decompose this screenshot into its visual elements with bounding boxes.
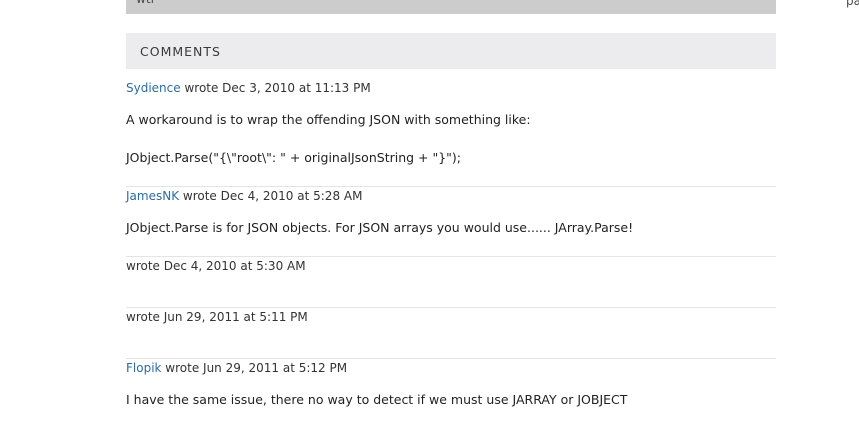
- comment-text: JObject.Parse is for JSON objects. For J…: [126, 220, 634, 235]
- comment-meta: Sydience wrote Dec 3, 2010 at 11:13 PM: [126, 81, 371, 95]
- comment-meta: wrote Jun 29, 2011 at 5:11 PM: [126, 310, 308, 324]
- comment-date: wrote Jun 29, 2011 at 5:11 PM: [126, 310, 308, 324]
- comment-code-text: JObject.Parse("{\"root\": " + originalJs…: [126, 150, 462, 165]
- comment-divider: [126, 358, 776, 359]
- comment-divider: [126, 307, 776, 308]
- comments-heading: COMMENTS: [140, 44, 221, 59]
- clipped-side-text: pa: [846, 0, 859, 8]
- previous-comment-box: wtf: [126, 0, 776, 14]
- comment-text: I have the same issue, there no way to d…: [126, 392, 628, 407]
- comment-divider: [126, 256, 776, 257]
- comment-date: wrote Dec 4, 2010 at 5:28 AM: [179, 189, 363, 203]
- comment-divider: [126, 186, 776, 187]
- comment-author-link[interactable]: Flopik: [126, 361, 161, 375]
- previous-comment-text: wtf: [136, 0, 155, 6]
- comment-meta: JamesNK wrote Dec 4, 2010 at 5:28 AM: [126, 189, 362, 203]
- comment-author-link[interactable]: Sydience: [126, 81, 181, 95]
- comment-meta: wrote Dec 4, 2010 at 5:30 AM: [126, 259, 306, 273]
- comment-text: A workaround is to wrap the offending JS…: [126, 112, 531, 127]
- comment-author-link[interactable]: JamesNK: [126, 189, 179, 203]
- comment-date: wrote Dec 3, 2010 at 11:13 PM: [180, 81, 371, 95]
- comment-meta: Flopik wrote Jun 29, 2011 at 5:12 PM: [126, 361, 347, 375]
- comment-date: wrote Jun 29, 2011 at 5:12 PM: [161, 361, 348, 375]
- comment-date: wrote Dec 4, 2010 at 5:30 AM: [126, 259, 306, 273]
- comments-header: COMMENTS: [126, 33, 776, 69]
